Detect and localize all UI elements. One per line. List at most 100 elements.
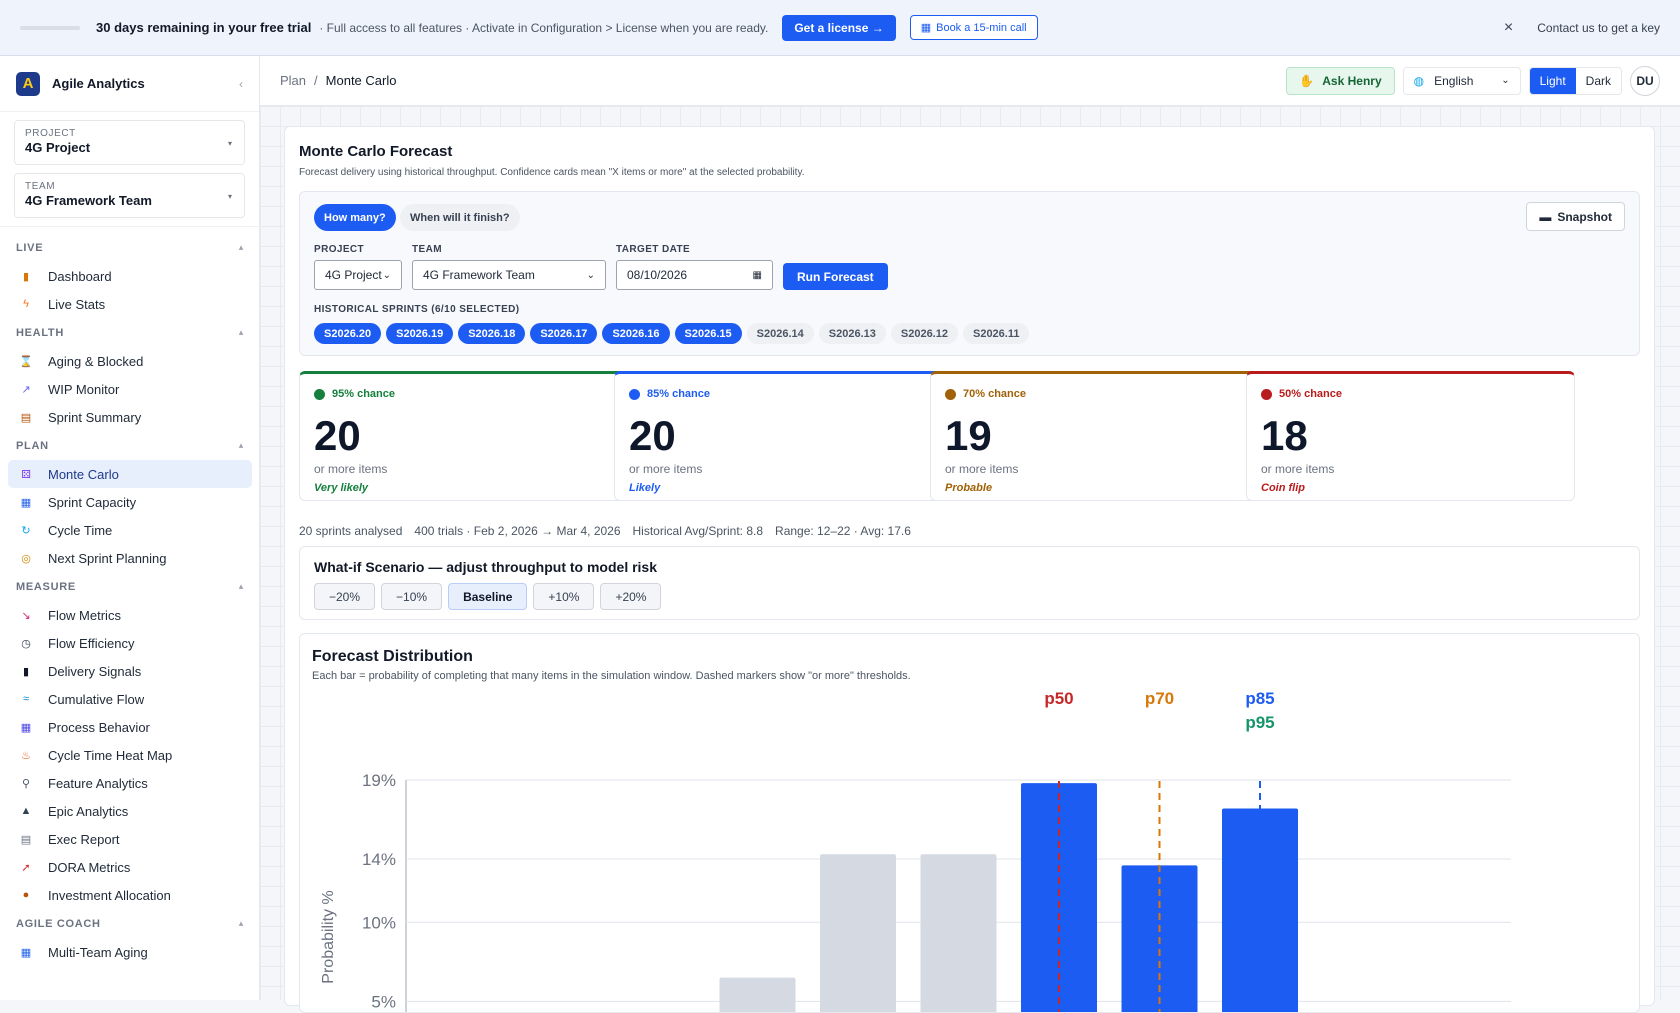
sidebar-item-cycle-time-heat-map[interactable]: ♨ Cycle Time Heat Map bbox=[8, 741, 252, 769]
breadcrumb-parent[interactable]: Plan bbox=[280, 73, 306, 88]
confidence-qualifier: Likely bbox=[629, 482, 661, 494]
what-if-plus-20-button[interactable]: +20% bbox=[600, 583, 662, 610]
what-if-baseline-button[interactable]: Baseline bbox=[448, 583, 528, 610]
confidence-value: 19 bbox=[945, 412, 992, 459]
chart-down-icon: ↘ bbox=[21, 609, 31, 622]
sidebar-item-cumulative-flow[interactable]: ≈ Cumulative Flow bbox=[8, 685, 252, 713]
nav-section-live[interactable]: LIVE ▴ bbox=[0, 233, 260, 262]
close-banner-icon[interactable]: × bbox=[1504, 19, 1513, 37]
rocket-icon: ➚ bbox=[21, 861, 31, 874]
sidebar-item-wip-monitor[interactable]: ↗ WIP Monitor bbox=[8, 375, 252, 403]
sprint-chip[interactable]: S2026.18 bbox=[458, 323, 526, 344]
target-date-input[interactable]: 08/10/2026 ▦ bbox=[616, 260, 773, 290]
trial-days-remaining: 30 days remaining in your free trial bbox=[96, 20, 312, 35]
sprint-chip[interactable]: S2026.15 bbox=[674, 323, 742, 344]
team-select[interactable]: 4G Framework Team ⌄ bbox=[412, 260, 606, 290]
snapshot-button[interactable]: ▬ Snapshot bbox=[1526, 202, 1625, 231]
confidence-chance-text: 70% chance bbox=[963, 388, 1026, 400]
sidebar-item-label: Exec Report bbox=[48, 831, 120, 847]
sidebar-item-label: Cumulative Flow bbox=[48, 691, 145, 707]
contact-link[interactable]: Contact us to get a key bbox=[1537, 21, 1660, 35]
sidebar-item-process-behavior[interactable]: ▦ Process Behavior bbox=[8, 713, 252, 741]
sidebar-item-exec-report[interactable]: ▤ Exec Report bbox=[8, 825, 252, 853]
sidebar-item-live-stats[interactable]: ϟ Live Stats bbox=[8, 290, 252, 318]
sprint-chips: S2026.20 S2026.19 S2026.18 S2026.17 S202… bbox=[314, 323, 1030, 344]
sprint-chip[interactable]: S2026.13 bbox=[818, 323, 886, 344]
sprint-chip[interactable]: S2026.19 bbox=[386, 323, 454, 344]
sprint-chip[interactable]: S2026.14 bbox=[746, 323, 814, 344]
clipboard-icon: ▤ bbox=[20, 411, 32, 424]
project-picker[interactable]: PROJECT 4G Project ▾ bbox=[14, 120, 245, 165]
mode-how-many-button[interactable]: How many? bbox=[314, 204, 396, 231]
sidebar-item-investment-allocation[interactable]: ● Investment Allocation bbox=[8, 881, 252, 909]
confidence-chance-text: 85% chance bbox=[647, 388, 710, 400]
sidebar-item-dashboard[interactable]: ▮ Dashboard bbox=[8, 262, 252, 290]
theme-light-button[interactable]: Light bbox=[1529, 67, 1576, 94]
distribution-bar bbox=[920, 854, 997, 1012]
calendar-icon[interactable]: ▦ bbox=[753, 270, 762, 281]
sidebar-item-cycle-time[interactable]: ↻ Cycle Time bbox=[8, 516, 252, 544]
chevron-up-icon: ▴ bbox=[238, 327, 244, 337]
sidebar-item-label: Flow Efficiency bbox=[48, 635, 135, 651]
sidebar-item-delivery-signals[interactable]: ▮ Delivery Signals bbox=[8, 657, 252, 685]
mode-when-button[interactable]: When will it finish? bbox=[400, 204, 520, 231]
nav-section-measure[interactable]: MEASURE ▴ bbox=[0, 572, 260, 601]
chevron-up-icon: ▴ bbox=[238, 581, 244, 591]
top-header: Plan / Monte Carlo ✋ Ask Henry ◍ English ⌄… bbox=[260, 56, 1680, 106]
sprint-chip[interactable]: S2026.17 bbox=[530, 323, 598, 344]
sidebar-item-sprint-capacity[interactable]: ▦ Sprint Capacity bbox=[8, 488, 252, 516]
sidebar-item-flow-metrics[interactable]: ↘ Flow Metrics bbox=[8, 601, 252, 629]
confidence-subtext: or more items bbox=[314, 462, 388, 476]
sprint-chip[interactable]: S2026.11 bbox=[962, 323, 1030, 344]
sidebar-item-label: Cycle Time Heat Map bbox=[48, 747, 173, 763]
sidebar-item-label: WIP Monitor bbox=[48, 381, 120, 397]
project-picker-label: PROJECT bbox=[25, 128, 76, 139]
refresh-icon: ↻ bbox=[21, 524, 31, 537]
sidebar-item-label: Epic Analytics bbox=[48, 803, 129, 819]
sidebar-item-flow-efficiency[interactable]: ◷ Flow Efficiency bbox=[8, 629, 252, 657]
nav-section-agile-coach[interactable]: AGILE COACH ▴ bbox=[0, 909, 260, 938]
run-forecast-button[interactable]: Run Forecast bbox=[783, 263, 888, 290]
confidence-card-70: 70% chance 19 or more items Probable bbox=[930, 371, 1259, 501]
what-if-title: What-if Scenario — adjust throughput to … bbox=[314, 559, 658, 575]
what-if-minus-10-button[interactable]: −10% bbox=[381, 583, 443, 610]
breadcrumb-current: Monte Carlo bbox=[325, 73, 397, 88]
sprint-chip[interactable]: S2026.20 bbox=[314, 323, 382, 344]
distribution-bar bbox=[820, 854, 896, 1012]
sidebar-item-next-sprint-planning[interactable]: ◎ Next Sprint Planning bbox=[8, 544, 252, 572]
chevron-up-icon: ▴ bbox=[238, 918, 244, 928]
sprint-chip[interactable]: S2026.16 bbox=[602, 323, 670, 344]
confidence-chance: 50% chance bbox=[1261, 388, 1342, 400]
ask-henry-button[interactable]: ✋ Ask Henry bbox=[1286, 66, 1395, 95]
y-tick-label: 10% bbox=[362, 913, 396, 932]
sidebar-item-epic-analytics[interactable]: ▲ Epic Analytics bbox=[8, 797, 252, 825]
team-picker[interactable]: TEAM 4G Framework Team ▾ bbox=[14, 173, 245, 218]
theme-dark-button[interactable]: Dark bbox=[1576, 68, 1621, 94]
project-select[interactable]: 4G Project ⌄ bbox=[314, 260, 402, 290]
sidebar-item-sprint-summary[interactable]: ▤ Sprint Summary bbox=[8, 403, 252, 431]
sidebar-item-feature-analytics[interactable]: ⚲ Feature Analytics bbox=[8, 769, 252, 797]
confidence-chance-text: 95% chance bbox=[332, 388, 395, 400]
sprint-chip[interactable]: S2026.12 bbox=[890, 323, 958, 344]
language-select[interactable]: ◍ English ⌄ bbox=[1402, 66, 1521, 95]
language-value: English bbox=[1434, 73, 1474, 88]
collapse-sidebar-icon[interactable]: ‹ bbox=[239, 77, 243, 91]
sidebar-item-dora-metrics[interactable]: ➚ DORA Metrics bbox=[8, 853, 252, 881]
sidebar-item-label: Flow Metrics bbox=[48, 607, 121, 623]
sidebar-item-aging-blocked[interactable]: ⌛ Aging & Blocked bbox=[8, 347, 252, 375]
nav-section-plan[interactable]: PLAN ▴ bbox=[0, 431, 260, 460]
sidebar-item-monte-carlo[interactable]: ⚄ Monte Carlo bbox=[8, 460, 252, 488]
what-if-plus-10-button[interactable]: +10% bbox=[533, 583, 595, 610]
book-call-button[interactable]: ▦ Book a 15-min call bbox=[909, 15, 1038, 40]
project-field-label: PROJECT bbox=[314, 244, 365, 255]
nav-section-health[interactable]: HEALTH ▴ bbox=[0, 318, 260, 347]
get-license-button[interactable]: Get a license → bbox=[782, 14, 896, 41]
what-if-minus-20-button[interactable]: −20% bbox=[314, 583, 376, 610]
main-content: Monte Carlo Forecast Forecast delivery u… bbox=[260, 106, 1680, 1013]
lightning-icon: ϟ bbox=[23, 298, 29, 310]
avatar[interactable]: DU bbox=[1630, 65, 1660, 96]
sidebar-item-multi-team-aging[interactable]: ▦ Multi-Team Aging bbox=[8, 938, 252, 966]
camera-icon: ▬ bbox=[1539, 209, 1552, 224]
confidence-subtext: or more items bbox=[945, 462, 1019, 476]
confidence-chance: 70% chance bbox=[945, 388, 1026, 400]
